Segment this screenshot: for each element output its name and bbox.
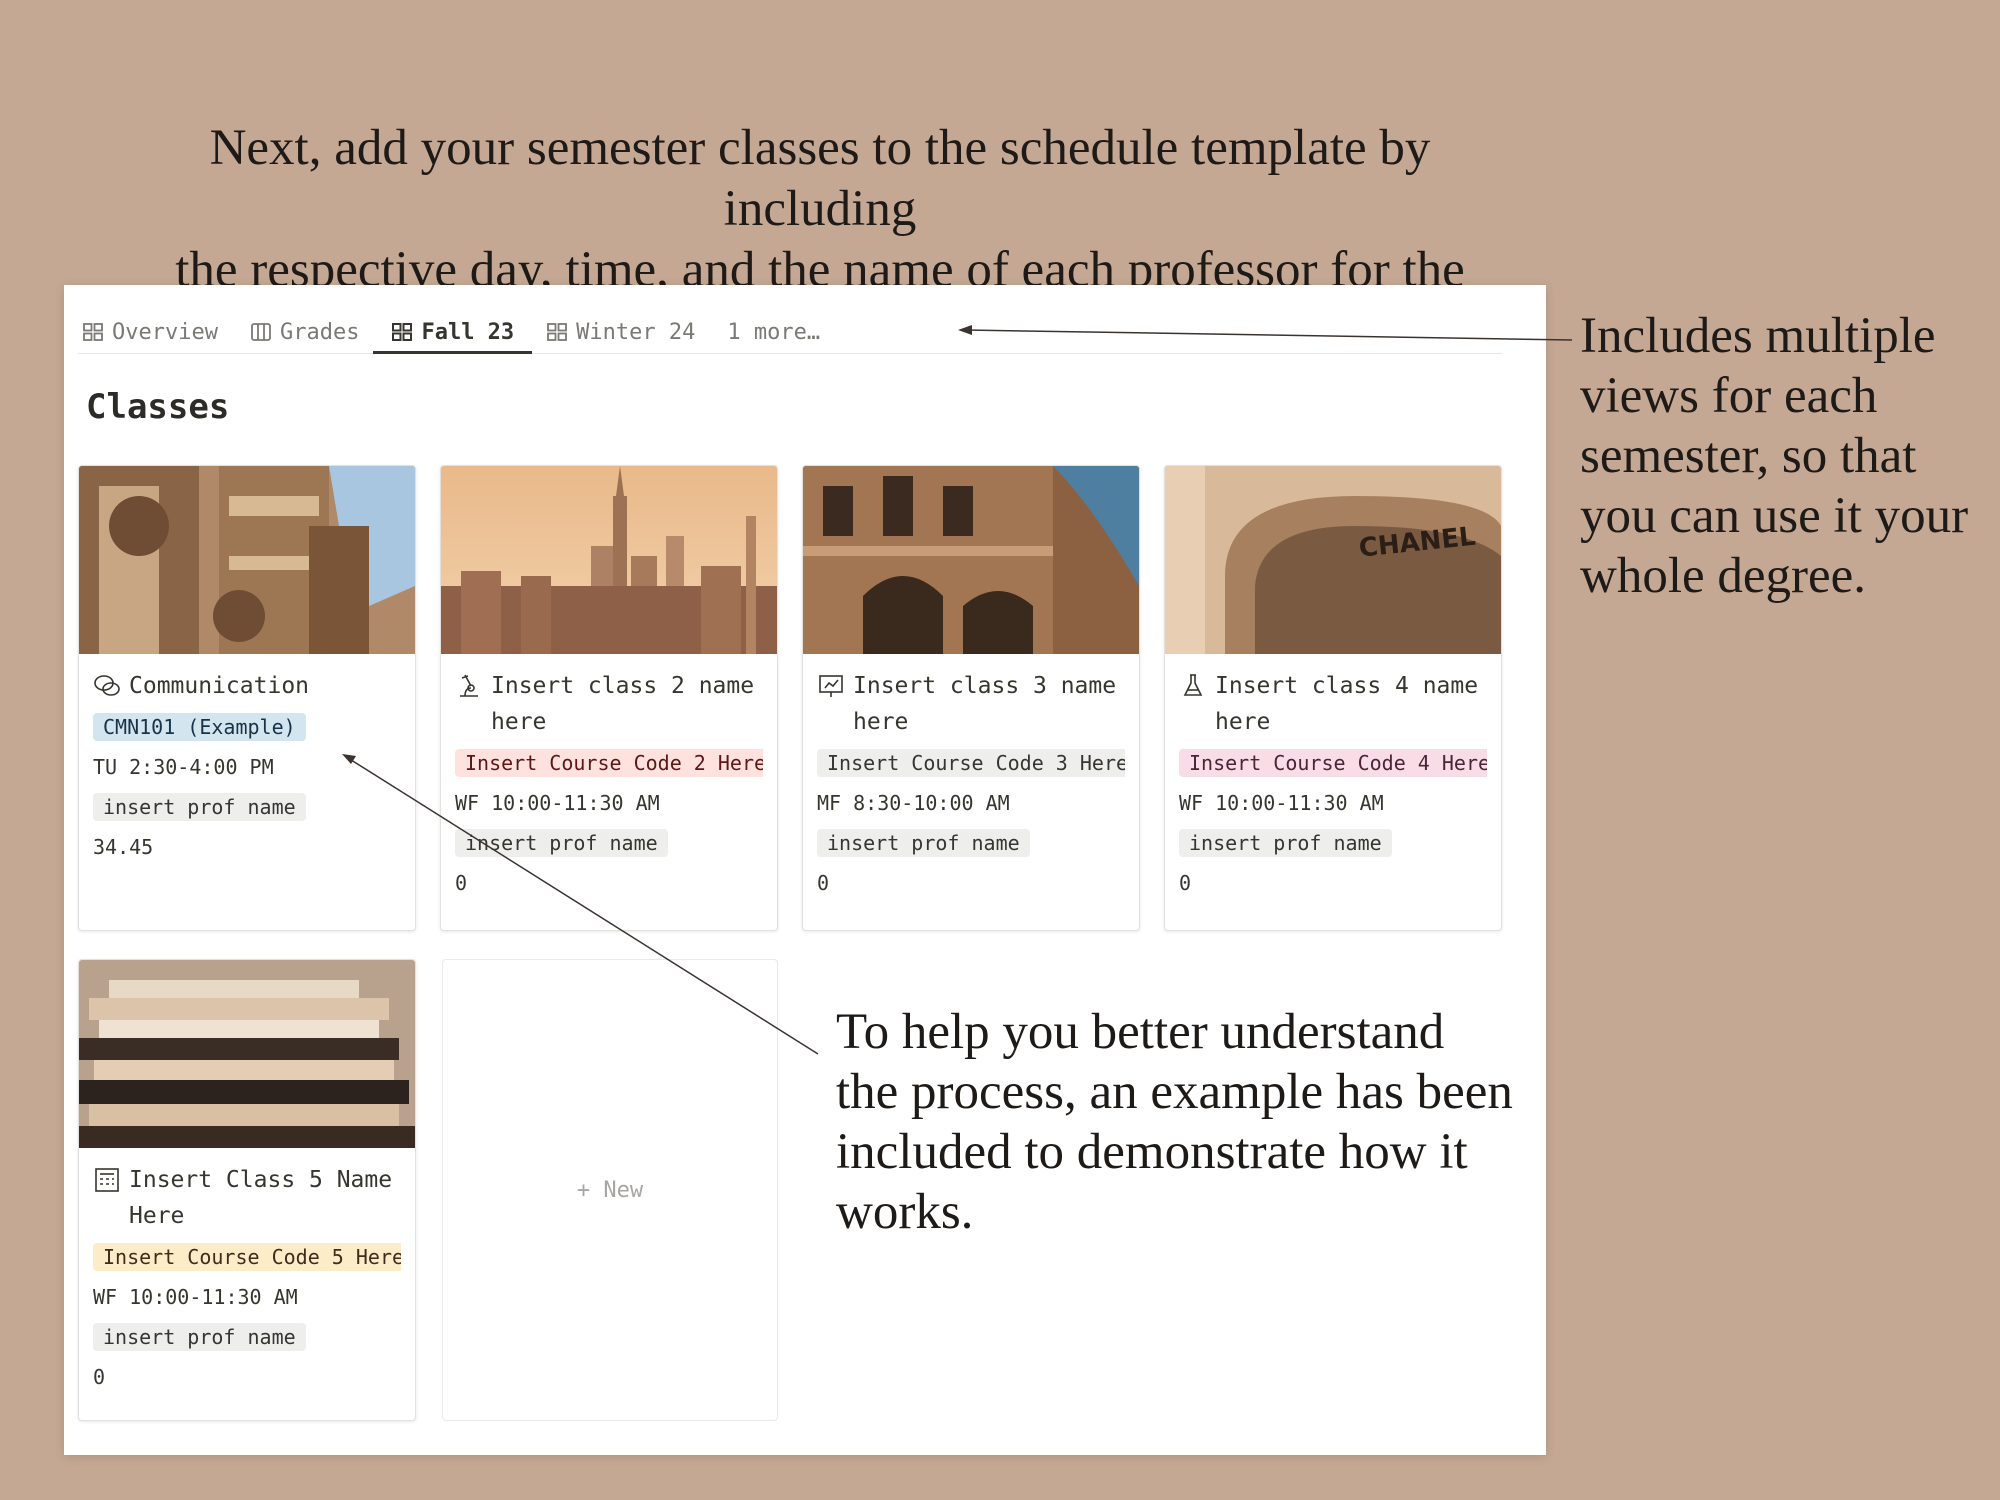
course-code-tag: Insert Course Code 4 Here xyxy=(1179,749,1487,777)
class-card[interactable]: Insert Class 5 Name Here Insert Course C… xyxy=(78,959,416,1421)
class-card[interactable]: CHANEL Insert class 4 name here Insert C… xyxy=(1164,465,1502,931)
card-title: Insert class 2 name here xyxy=(491,673,755,735)
professor-tag: insert prof name xyxy=(817,829,1030,857)
tab-grades[interactable]: Grades xyxy=(246,311,363,353)
tab-label: Winter 24 xyxy=(576,319,696,345)
chat-bubbles-icon xyxy=(94,675,120,696)
page-title: Classes xyxy=(86,387,230,427)
gallery-icon xyxy=(392,323,413,341)
professor-tag: insert prof name xyxy=(455,829,668,857)
grade-value: 0 xyxy=(455,871,468,895)
class-card[interactable]: Communication CMN101 (Example) TU 2:30-4… xyxy=(78,465,416,931)
grade-value: 34.45 xyxy=(93,835,154,859)
grade-value: 0 xyxy=(93,1365,106,1389)
class-card[interactable]: Insert class 2 name here Insert Course C… xyxy=(440,465,778,931)
bottom-annotation: To help you better understand the proces… xyxy=(836,1004,1513,1240)
tab-label: Grades xyxy=(279,319,360,345)
tab-overview[interactable]: Overview xyxy=(78,311,222,353)
calculator-board-icon xyxy=(95,1168,119,1192)
gallery-icon xyxy=(547,323,568,341)
tab-more-views[interactable]: 1 more… xyxy=(723,311,824,353)
tab-winter-24[interactable]: Winter 24 xyxy=(542,311,699,353)
card-title: Insert Class 5 Name Here xyxy=(129,1167,393,1229)
table-icon xyxy=(251,323,271,341)
schedule-text: MF 8:30-10:00 AM xyxy=(817,791,1010,815)
course-code-tag: CMN101 (Example) xyxy=(93,713,306,741)
presentation-icon xyxy=(819,675,843,697)
headline-line-1: Next, add your semester classes to the s… xyxy=(209,120,1431,237)
card-title: Communication xyxy=(129,673,310,699)
professor-tag: insert prof name xyxy=(93,793,306,821)
notion-database-panel: Overview Grades Fall 23 Winter 24 1 more… xyxy=(64,285,1546,1455)
grade-value: 0 xyxy=(817,871,830,895)
schedule-text: WF 10:00-11:30 AM xyxy=(1179,791,1384,815)
course-code-tag: Insert Course Code 5 Here xyxy=(93,1243,401,1271)
cover-image-city-skyline xyxy=(441,466,777,654)
tab-label: Overview xyxy=(112,319,218,345)
class-card[interactable]: Insert class 3 name here Insert Course C… xyxy=(802,465,1140,931)
schedule-text: TU 2:30-4:00 PM xyxy=(93,755,274,779)
cover-image-architecture xyxy=(79,466,415,654)
tab-fall-23[interactable]: Fall 23 xyxy=(373,311,532,354)
cover-image-book-stack xyxy=(79,960,415,1148)
lab-flask-icon xyxy=(1183,674,1203,696)
course-code-tag: Insert Course Code 2 Here xyxy=(455,749,763,777)
cover-image-storefront: CHANEL xyxy=(1165,466,1501,654)
schedule-text: WF 10:00-11:30 AM xyxy=(455,791,660,815)
tab-label: Fall 23 xyxy=(421,319,515,345)
course-code-tag: Insert Course Code 3 Here xyxy=(817,749,1125,777)
professor-tag: insert prof name xyxy=(1179,829,1392,857)
cover-image-gallery-building xyxy=(803,466,1139,654)
card-title: Insert class 4 name here xyxy=(1215,673,1479,735)
view-tabs: Overview Grades Fall 23 Winter 24 1 more… xyxy=(78,311,1502,354)
schedule-text: WF 10:00-11:30 AM xyxy=(93,1285,298,1309)
grade-value: 0 xyxy=(1179,871,1192,895)
microscope-icon xyxy=(460,674,478,697)
professor-tag: insert prof name xyxy=(93,1323,306,1351)
side-annotation: Includes multiple views for each semeste… xyxy=(1580,308,1969,604)
card-title: Insert class 3 name here xyxy=(853,673,1117,735)
new-card-button[interactable]: + New xyxy=(442,959,778,1421)
gallery-icon xyxy=(83,323,103,341)
tab-label: 1 more… xyxy=(727,319,821,345)
